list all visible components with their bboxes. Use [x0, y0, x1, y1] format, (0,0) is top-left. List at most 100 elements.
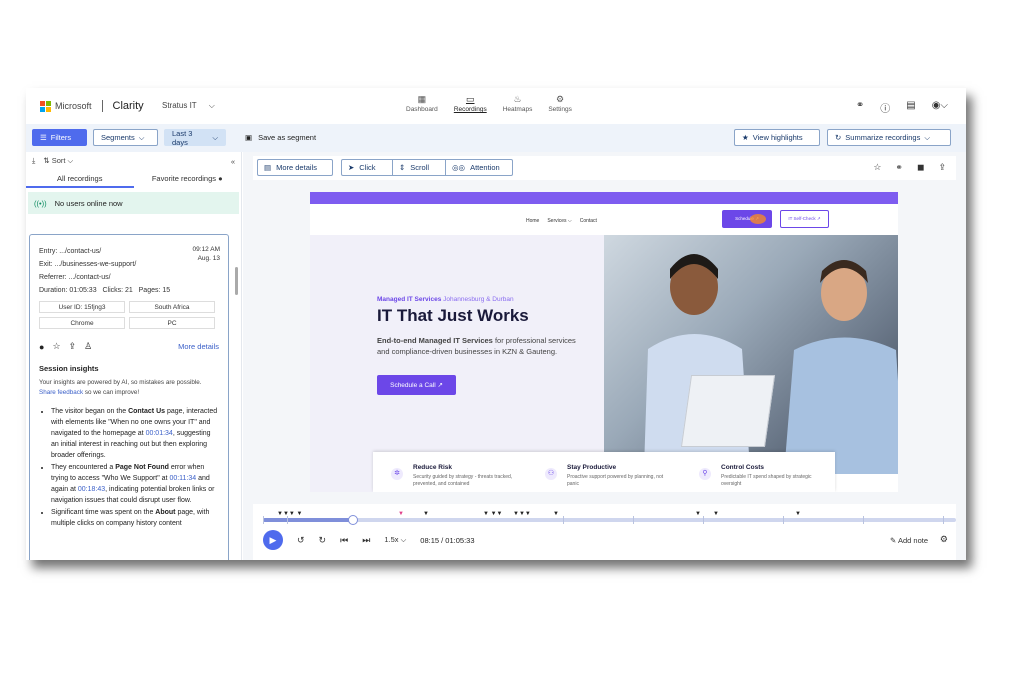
microsoft-logo-icon [40, 100, 51, 112]
project-selector[interactable]: Stratus IT ⌵ [162, 101, 215, 111]
nav-dashboard[interactable]: ▦ Dashboard [406, 94, 438, 113]
playback-bar: ▼▼▼ ▼ ▼ ▼ ▼ ▼▼ ▼▼▼ ▼ ▼ ▼ ▼ ▶ ↺ ↻ ⏮ ⏭ 1.5… [253, 504, 956, 560]
site-top-bar [310, 192, 898, 204]
tab-favorite-recordings[interactable]: Favorite recordings ● [134, 170, 242, 188]
top-bar: Microsoft Clarity Stratus IT ⌵ ▦ Dashboa… [26, 88, 966, 122]
account-icon[interactable]: ◉⌵ [932, 100, 948, 115]
nav-recordings[interactable]: ▭ Recordings [454, 94, 487, 113]
project-name: Stratus IT [162, 101, 197, 110]
page-marker [943, 516, 944, 524]
date-range-button[interactable]: Last 3 days ⌵ [164, 129, 226, 147]
recording-viewer: ▤ More details ➤ Click ⇕ Scroll ◎◎ Atten… [243, 152, 966, 560]
site-selfcheck-button: IT Self-Check ↗ [780, 210, 829, 228]
collapse-icon[interactable]: « [231, 157, 235, 166]
recording-card[interactable]: Entry: .../contact-us/ Exit: .../busines… [29, 234, 229, 560]
feature-card: ⚇ Stay Productive Proactive support powe… [527, 452, 681, 492]
cursor-icon: ➤ [348, 163, 355, 172]
referrer: Referrer: .../contact-us/ [39, 274, 111, 281]
feature-title: Reduce Risk [413, 464, 453, 471]
timeline-scrubber[interactable] [348, 515, 359, 525]
rewind-10-icon[interactable]: ↺ [297, 535, 305, 546]
download-icon[interactable]: ⤓ [32, 156, 35, 166]
play-button[interactable]: ▶ [263, 530, 283, 550]
microsoft-clarity-logo[interactable]: Microsoft Clarity [40, 100, 144, 112]
star-icon[interactable]: ☆ [873, 162, 881, 173]
insight-item: The visitor began on the Contact Us page… [51, 406, 219, 461]
recordings-sidebar: ⤓ ⇅ Sort ⌵ « All recordings Favorite rec… [26, 152, 242, 560]
laptop-illustration [680, 375, 776, 447]
duration: Duration: 01:05:33 [39, 287, 97, 294]
click-markers: ▼▼▼ ▼ [277, 511, 303, 517]
sidebar-scrollbar[interactable] [235, 267, 238, 295]
view-highlights-button[interactable]: ★ View highlights [734, 129, 820, 146]
previous-page-icon[interactable]: ⏮ [340, 535, 348, 546]
share-feedback-link[interactable]: Share feedback [39, 389, 83, 396]
tab-all-recordings[interactable]: All recordings [26, 170, 134, 188]
add-note-button[interactable]: ✎ Add note [890, 536, 928, 545]
device-tag: PC [129, 317, 215, 329]
scroll-mode-button[interactable]: ⇕ Scroll [392, 159, 446, 176]
feature-title: Control Costs [721, 464, 764, 471]
click-marker: ▼ [695, 511, 701, 517]
nav-label: Dashboard [406, 106, 438, 113]
more-details-button[interactable]: ▤ More details [257, 159, 333, 176]
click-highlight [750, 214, 766, 224]
timestamp-link[interactable]: 00:11:34 [169, 475, 196, 482]
save-segment-button[interactable]: ▣ Save as segment [238, 129, 323, 146]
scroll-label: Scroll [410, 163, 430, 172]
view-highlights-label: View highlights [752, 133, 803, 142]
player-settings-icon[interactable]: ⚙ [940, 534, 948, 545]
hero-kicker: Managed IT Services Johannesburg & Durba… [377, 296, 514, 303]
click-mode-button[interactable]: ➤ Click [341, 159, 393, 176]
logo-divider [101, 100, 103, 112]
nav-heatmaps[interactable]: ♨ Heatmaps [503, 94, 533, 113]
browser-tag: Chrome [39, 317, 125, 329]
ai-disclaimer: Your insights are powered by AI, so mist… [39, 378, 219, 398]
share-network-icon[interactable]: ⚭ [856, 100, 864, 115]
document-icon[interactable]: ▤ [906, 100, 915, 115]
share-icon[interactable]: ⇪ [69, 341, 77, 352]
attention-mode-button[interactable]: ◎◎ Attention [445, 159, 513, 176]
copilot-icon[interactable]: ◼ [917, 162, 924, 173]
person-icon[interactable]: ♙ [84, 341, 92, 352]
speed-selector[interactable]: 1.5x ⌵ [384, 535, 406, 545]
summarize-recordings-button[interactable]: ↻ Summarize recordings ⌵ [827, 129, 951, 146]
recording-tabs: All recordings Favorite recordings ● [26, 170, 241, 188]
feature-strip: ✲ Reduce Risk Security guided by strateg… [373, 452, 835, 492]
star-icon[interactable]: ☆ [52, 341, 60, 352]
people-icon: ⚇ [545, 468, 557, 480]
product-name: Clarity [112, 100, 144, 112]
next-page-icon[interactable]: ⏭ [362, 535, 370, 546]
summarize-label: Summarize recordings [845, 133, 921, 142]
page-marker [287, 516, 288, 524]
click-marker: ▼ [795, 511, 801, 517]
camera-icon: ▭ [465, 94, 475, 104]
segments-button[interactable]: Segments ⌵ [93, 129, 158, 146]
help-icon[interactable]: ⓘ [880, 100, 890, 115]
hero-subtitle: End-to-end Managed IT Services for profe… [377, 336, 576, 356]
hero-photo [604, 235, 898, 474]
page-marker [783, 516, 784, 524]
forward-10-icon[interactable]: ↻ [319, 535, 327, 546]
broadcast-icon: ((•)) [34, 198, 47, 208]
note-icon: ✎ [890, 536, 897, 545]
nav-settings[interactable]: ⚙ Settings [548, 94, 572, 113]
nav-label: Heatmaps [502, 106, 533, 113]
timestamp-link[interactable]: 00:18:43 [78, 486, 105, 493]
recorded-website: Home Services ⌵ Contact Schedule ↗ IT Se… [310, 192, 898, 492]
timestamp-link[interactable]: 00:01:34 [146, 430, 173, 437]
page-marker [563, 516, 564, 524]
top-right-icons: ⚭ ⓘ ▤ ◉⌵ [856, 100, 948, 115]
insights-list: The visitor began on the Contact Us page… [39, 406, 219, 529]
share-icon[interactable]: ⇪ [938, 162, 946, 173]
clicks: Clicks: 21 [102, 287, 133, 294]
sort-button[interactable]: ⇅ Sort ⌵ [43, 156, 73, 166]
filters-button[interactable]: ☰ Filters [32, 129, 87, 146]
filter-toolbar: ☰ Filters Segments ⌵ Last 3 days ⌵ ▣ Sav… [26, 124, 966, 152]
save-icon: ▣ [245, 133, 253, 142]
more-details-link[interactable]: More details [178, 342, 219, 351]
viewer-actions: ☆ ⚭ ◼ ⇪ [873, 162, 946, 173]
click-label: Click [359, 163, 376, 172]
timeline-track[interactable]: ▼▼▼ ▼ ▼ ▼ ▼ ▼▼ ▼▼▼ ▼ ▼ ▼ ▼ [263, 511, 956, 525]
link-icon[interactable]: ⚭ [895, 162, 903, 173]
